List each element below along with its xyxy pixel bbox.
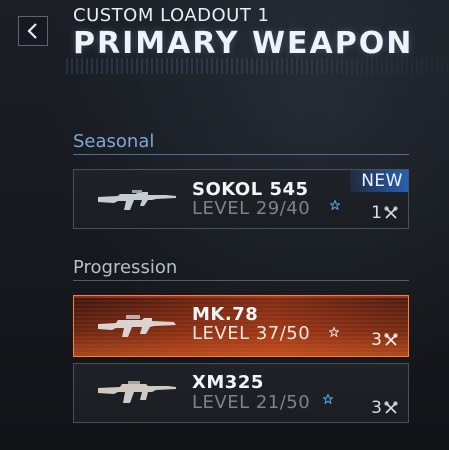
star-icon bbox=[323, 394, 333, 404]
rifle-icon bbox=[98, 381, 176, 403]
star-icon bbox=[329, 327, 339, 337]
crossed-wrench-icon bbox=[384, 206, 398, 219]
section-label-progression: Progression bbox=[73, 257, 178, 278]
page-title: PRIMARY WEAPON bbox=[73, 26, 414, 61]
attachment-count: 3 bbox=[371, 330, 398, 350]
star-icon bbox=[330, 200, 340, 210]
new-badge: NEW bbox=[350, 170, 408, 192]
weapon-card-xm325[interactable]: XM325 LEVEL 21/50 3 bbox=[73, 363, 409, 423]
back-button[interactable] bbox=[18, 16, 48, 46]
crossed-wrench-icon bbox=[384, 333, 398, 346]
lmg-icon bbox=[98, 315, 176, 337]
weapon-level: LEVEL 21/50 bbox=[192, 392, 311, 413]
attachment-count: 3 bbox=[371, 398, 398, 418]
section-label-seasonal: Seasonal bbox=[73, 131, 155, 152]
title-glitch-decoration bbox=[66, 58, 448, 74]
attachment-count-value: 3 bbox=[371, 330, 382, 350]
chevron-left-icon bbox=[27, 23, 37, 39]
attachment-count-value: 3 bbox=[371, 398, 382, 418]
section-divider-progression bbox=[73, 280, 409, 281]
crossed-wrench-icon bbox=[384, 401, 398, 414]
weapon-level: LEVEL 37/50 bbox=[192, 323, 311, 344]
section-divider-seasonal bbox=[73, 154, 409, 155]
attachment-count: 1 bbox=[371, 203, 398, 223]
weapon-level: LEVEL 29/40 bbox=[192, 198, 311, 219]
selection-glow bbox=[74, 296, 408, 298]
assault-rifle-icon bbox=[98, 190, 176, 210]
weapon-card-sokol-545[interactable]: SOKOL 545 LEVEL 29/40 NEW 1 bbox=[73, 169, 409, 229]
loadout-subtitle: CUSTOM LOADOUT 1 bbox=[73, 5, 270, 26]
weapon-name: XM325 bbox=[192, 372, 264, 393]
weapon-name: SOKOL 545 bbox=[192, 179, 309, 200]
weapon-name: MK.78 bbox=[192, 304, 259, 325]
attachment-count-value: 1 bbox=[371, 203, 382, 223]
weapon-card-mk-78[interactable]: MK.78 LEVEL 37/50 3 bbox=[73, 295, 409, 357]
